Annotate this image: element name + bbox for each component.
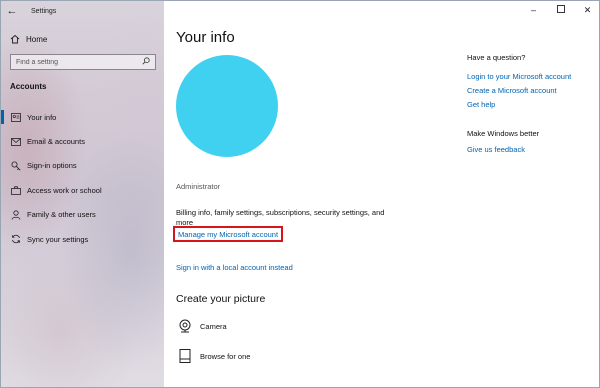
camera-option[interactable]: Camera <box>178 317 227 335</box>
sidebar-item-label: Your info <box>27 112 57 122</box>
sidebar-item-family-other-users[interactable]: Family & other users <box>1 203 164 227</box>
close-icon: ✕ <box>583 4 592 15</box>
sign-in-local-account-link[interactable]: Sign in with a local account instead <box>176 263 293 272</box>
page-title: Your info <box>176 29 235 46</box>
browse-file-icon <box>178 349 192 363</box>
window-controls: – ✕ <box>520 1 599 19</box>
app-title: Settings <box>31 7 57 15</box>
home-icon <box>10 34 20 44</box>
account-role: Administrator <box>176 182 221 191</box>
sidebar-item-sign-in-options[interactable]: Sign-in options <box>1 154 164 178</box>
sidebar-item-your-info[interactable]: Your info <box>1 105 164 129</box>
section-title-accounts: Accounts <box>10 82 47 91</box>
sidebar-item-email-accounts[interactable]: Email & accounts <box>1 129 164 153</box>
back-arrow-icon: ← <box>6 5 18 17</box>
give-feedback-link[interactable]: Give us feedback <box>467 142 597 156</box>
sidebar-item-label: Access work or school <box>27 185 102 195</box>
create-microsoft-account-link[interactable]: Create a Microsoft account <box>467 83 597 97</box>
sidebar-item-label: Sync your settings <box>27 234 89 244</box>
nav-home-label: Home <box>26 34 48 44</box>
browse-label: Browse for one <box>200 351 251 361</box>
sync-icon <box>10 234 21 244</box>
briefcase-icon <box>10 186 21 195</box>
question-heading: Have a question? <box>467 53 526 62</box>
title-bar: ← Settings <box>1 1 164 21</box>
sidebar-item-access-work-school[interactable]: Access work or school <box>1 178 164 202</box>
minimize-icon: – <box>530 5 536 15</box>
nav-home[interactable]: Home <box>1 29 164 49</box>
sidebar: ← Settings Home Accounts Your info <box>1 1 164 387</box>
maximize-button[interactable] <box>547 1 574 19</box>
person-card-icon <box>10 112 21 122</box>
minimize-button[interactable]: – <box>520 1 547 19</box>
right-column: Have a question? Login to your Microsoft… <box>467 53 597 156</box>
main-content: – ✕ Your info Administrator Billing info… <box>164 1 599 387</box>
key-icon <box>10 161 21 171</box>
settings-window: ← Settings Home Accounts Your info <box>0 0 600 388</box>
avatar <box>176 55 278 157</box>
back-button[interactable]: ← <box>1 1 23 21</box>
get-help-link[interactable]: Get help <box>467 97 597 111</box>
mail-icon <box>10 137 21 146</box>
billing-description: Billing info, family settings, subscript… <box>176 208 385 227</box>
person-icon <box>10 210 21 220</box>
sidebar-item-label: Sign-in options <box>27 161 77 171</box>
sidebar-item-sync-settings[interactable]: Sync your settings <box>1 227 164 251</box>
camera-icon <box>178 319 192 333</box>
maximize-icon <box>556 5 565 15</box>
sidebar-item-label: Family & other users <box>27 210 96 220</box>
manage-microsoft-account-link[interactable]: Manage my Microsoft account <box>173 226 284 242</box>
browse-option[interactable]: Browse for one <box>178 347 250 365</box>
search-input[interactable] <box>16 58 136 66</box>
camera-label: Camera <box>200 321 227 331</box>
sidebar-item-label: Email & accounts <box>27 137 85 147</box>
make-windows-better-heading: Make Windows better <box>467 129 540 138</box>
create-picture-heading: Create your picture <box>176 293 266 305</box>
search-icon[interactable] <box>142 57 150 67</box>
login-microsoft-account-link[interactable]: Login to your Microsoft account <box>467 69 597 83</box>
search-box[interactable] <box>10 54 156 70</box>
close-button[interactable]: ✕ <box>574 1 599 19</box>
nav-list: Your info Email & accounts Sign-in optio… <box>1 105 164 251</box>
